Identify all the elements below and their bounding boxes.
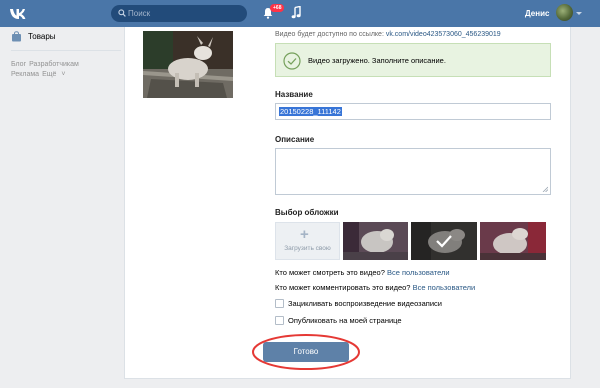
footer-links: Блог Разработчикам Реклама Ещё ˅ bbox=[11, 60, 121, 80]
resize-handle-icon[interactable] bbox=[542, 186, 548, 192]
sidebar-divider bbox=[11, 50, 121, 51]
loop-label: Зацикливать воспроизведение видеозаписи bbox=[288, 299, 442, 308]
music-icon[interactable] bbox=[291, 6, 301, 19]
notifications-badge: +68 bbox=[270, 4, 285, 12]
cover-option-3[interactable] bbox=[480, 222, 546, 260]
cover-option-1[interactable] bbox=[343, 222, 408, 260]
title-value: 20150228_111142 bbox=[279, 107, 342, 116]
upload-cover-label: Загрузить свою bbox=[284, 245, 331, 252]
publish-label: Опубликовать на моей странице bbox=[288, 316, 402, 325]
loop-checkbox[interactable] bbox=[275, 299, 284, 308]
comment-privacy-question: Кто может комментировать это видео? bbox=[275, 283, 411, 292]
user-name[interactable]: Денис bbox=[525, 9, 549, 18]
comment-privacy-row: Кто может комментировать это видео? Все … bbox=[275, 283, 475, 292]
cover-label: Выбор обложки bbox=[275, 208, 339, 217]
video-link[interactable]: vk.com/video423573060_456239019 bbox=[386, 31, 501, 38]
publish-checkbox[interactable] bbox=[275, 316, 284, 325]
availability-text: Видео будет доступно по ссылке: bbox=[275, 31, 384, 38]
sidebar-item-label: Товары bbox=[28, 32, 56, 41]
check-circle-icon bbox=[283, 52, 301, 70]
vk-logo-icon[interactable] bbox=[9, 6, 27, 20]
search-input[interactable]: Поиск bbox=[111, 5, 247, 22]
chevron-down-icon[interactable] bbox=[576, 12, 582, 15]
footer-link-blog[interactable]: Блог bbox=[11, 61, 26, 68]
search-icon bbox=[118, 9, 126, 17]
title-input[interactable]: 20150228_111142 bbox=[275, 103, 551, 120]
plus-icon: + bbox=[300, 226, 309, 243]
highlight-ellipse bbox=[252, 334, 360, 370]
top-bar: Поиск +68 Денис bbox=[0, 0, 600, 27]
upload-cover-button[interactable]: + Загрузить свою bbox=[275, 222, 340, 260]
view-privacy-question: Кто может смотреть это видео? bbox=[275, 268, 385, 277]
comment-privacy-value[interactable]: Все пользователи bbox=[413, 283, 476, 292]
video-link-line: Видео будет доступно по ссылке: vk.com/v… bbox=[275, 31, 501, 38]
video-thumbnail bbox=[143, 31, 233, 98]
footer-link-ads[interactable]: Реклама bbox=[11, 71, 39, 78]
bag-icon bbox=[12, 31, 21, 42]
description-label: Описание bbox=[275, 135, 315, 144]
view-privacy-value[interactable]: Все пользователи bbox=[387, 268, 450, 277]
footer-link-developers[interactable]: Разработчикам bbox=[29, 61, 79, 68]
view-privacy-row: Кто может смотреть это видео? Все пользо… bbox=[275, 268, 450, 277]
title-label: Название bbox=[275, 90, 313, 99]
description-textarea[interactable] bbox=[275, 148, 551, 195]
success-message: Видео загружено. Заполните описание. bbox=[308, 56, 446, 65]
search-placeholder: Поиск bbox=[128, 9, 151, 18]
footer-link-more[interactable]: Ещё ˅ bbox=[42, 71, 65, 78]
avatar[interactable] bbox=[556, 4, 573, 21]
cover-option-2-selected[interactable] bbox=[411, 222, 477, 260]
success-message-box: Видео загружено. Заполните описание. bbox=[275, 43, 551, 77]
